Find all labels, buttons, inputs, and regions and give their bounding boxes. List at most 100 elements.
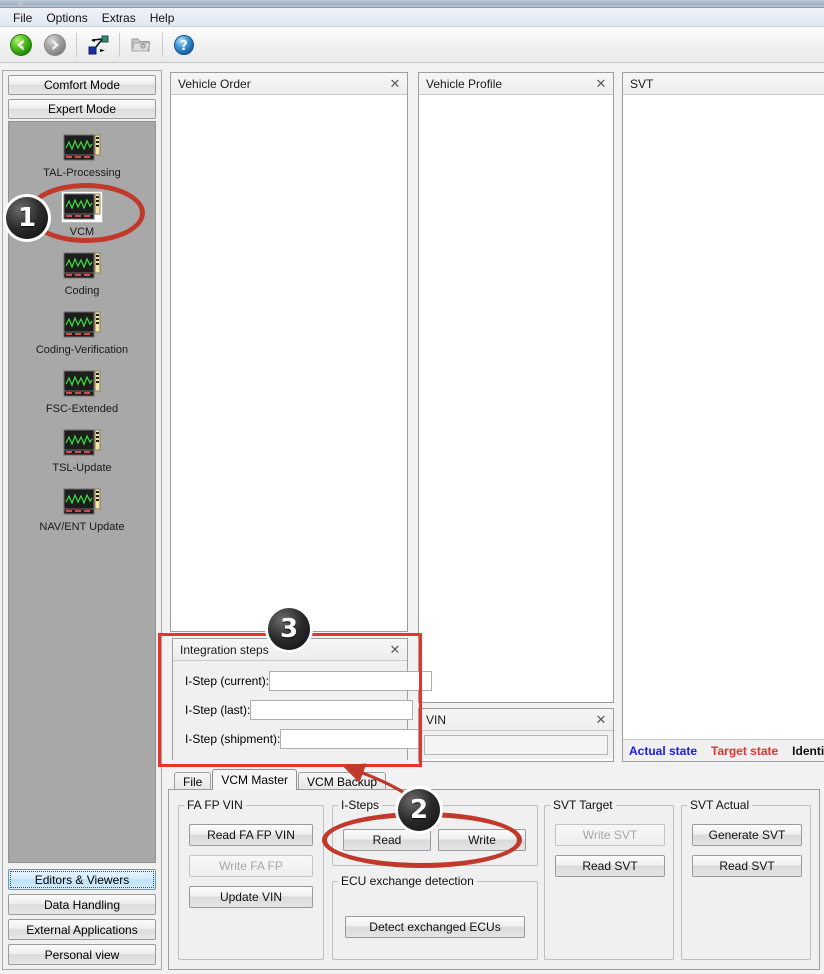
sidebar-item-vcm[interactable]: VCM (9, 191, 155, 238)
istep-shipment-label: I-Step (shipment): (185, 732, 281, 746)
svg-text:?: ? (180, 39, 188, 54)
folder-icon (131, 38, 151, 51)
window-title-dot (18, 1, 23, 6)
close-icon[interactable]: ✕ (387, 642, 403, 658)
detect-exchanged-ecus-button[interactable]: Detect exchanged ECUs (345, 916, 525, 938)
vehicle-order-content[interactable] (171, 95, 407, 631)
svt-target-read-svt-button[interactable]: Read SVT (555, 855, 665, 877)
istep-last-row: I-Step (last): (185, 700, 414, 720)
data-handling-button[interactable]: Data Handling (8, 894, 156, 915)
legend-actual-state: Actual state (629, 743, 698, 758)
write-fa-fp-button: Write FA FP (189, 855, 313, 877)
svt-title: SVT (630, 76, 654, 91)
vcm-master-page: FA FP VIN Read FA FP VIN Write FA FP Upd… (168, 789, 820, 970)
sidebar-item-fsc-extended[interactable]: FSC-Extended (9, 368, 155, 415)
sidebar: Comfort Mode Expert Mode TAL-Processing … (2, 70, 162, 970)
istep-last-input[interactable] (250, 700, 414, 720)
tal-processing-icon (61, 132, 103, 164)
svt-header: SVT (623, 73, 824, 95)
ecu-exchange-detection-group: ECU exchange detection Detect exchanged … (332, 874, 538, 960)
tab-vcm-master[interactable]: VCM Master (212, 769, 298, 790)
sidebar-item-nav-ent-update[interactable]: NAV/ENT Update (9, 486, 155, 533)
help-button[interactable]: ? (167, 29, 201, 61)
coding-icon (61, 250, 103, 282)
menu-item-file[interactable]: File (6, 10, 39, 26)
menu-item-extras[interactable]: Extras (95, 10, 143, 26)
istep-current-input[interactable] (269, 671, 433, 691)
vehicle-profile-title: Vehicle Profile (426, 76, 503, 91)
read-fa-fp-vin-button[interactable]: Read FA FP VIN (189, 824, 313, 846)
expert-mode-button[interactable]: Expert Mode (8, 99, 156, 119)
toolbar: ? (0, 27, 824, 63)
forward-button[interactable] (38, 29, 72, 61)
bottom-tab-area: File VCM Master VCM Backup FA FP VIN Rea… (168, 769, 820, 970)
state-legend: Actual state Target state Identica (623, 739, 824, 761)
sidebar-item-tsl-update[interactable]: TSL-Update (9, 427, 155, 474)
sidebar-item-coding-verification[interactable]: Coding-Verification (9, 309, 155, 356)
menu-bar: File Options Extras Help (0, 9, 824, 27)
istep-read-button[interactable]: Read (343, 829, 431, 851)
integration-steps-header: Integration steps ✕ (173, 639, 407, 661)
vehicle-order-header: Vehicle Order ✕ (171, 73, 407, 95)
vin-title: VIN (426, 712, 447, 727)
tsl-update-icon (61, 427, 103, 459)
svt-target-group: SVT Target Write SVT Read SVT (544, 798, 674, 960)
vin-input[interactable] (424, 735, 608, 755)
generate-svt-button[interactable]: Generate SVT (692, 824, 802, 846)
tab-strip: File VCM Master VCM Backup (168, 769, 387, 790)
fa-fp-vin-group: FA FP VIN Read FA FP VIN Write FA FP Upd… (178, 798, 324, 960)
application-window: File Options Extras Help ? Comfort Mode … (0, 0, 824, 974)
personal-view-button[interactable]: Personal view (8, 944, 156, 965)
coding-verification-icon (61, 309, 103, 341)
tab-file[interactable]: File (174, 772, 212, 790)
connection-button[interactable] (81, 29, 115, 61)
window-title-bar (0, 0, 824, 8)
vehicle-order-title: Vehicle Order (178, 76, 251, 91)
nav-ent-update-icon (61, 486, 103, 518)
external-applications-button[interactable]: External Applications (8, 919, 156, 940)
menu-item-options[interactable]: Options (39, 10, 94, 26)
vehicle-profile-content[interactable] (419, 95, 613, 702)
fa-fp-vin-legend: FA FP VIN (187, 798, 243, 812)
sidebar-item-label: NAV/ENT Update (39, 521, 125, 533)
istep-last-label: I-Step (last): (185, 703, 251, 717)
editors-viewers-button[interactable]: Editors & Viewers (8, 869, 156, 890)
sidebar-bottom-buttons: Editors & Viewers Data Handling External… (8, 865, 156, 965)
svt-content[interactable]: Actual state Target state Identica (623, 95, 824, 761)
back-icon (10, 33, 32, 56)
tab-vcm-backup[interactable]: VCM Backup (298, 772, 387, 790)
svt-panel: SVT Actual state Target state Identica (622, 72, 824, 762)
close-icon[interactable]: ✕ (593, 76, 609, 92)
i-steps-legend: I-Steps (341, 798, 380, 812)
sidebar-item-coding[interactable]: Coding (9, 250, 155, 297)
comfort-mode-button[interactable]: Comfort Mode (8, 75, 156, 95)
close-icon[interactable]: ✕ (387, 76, 403, 92)
svt-actual-group: SVT Actual Generate SVT Read SVT (681, 798, 811, 960)
vin-header: VIN ✕ (419, 709, 613, 731)
vin-content (419, 731, 613, 759)
fsc-extended-icon (61, 368, 103, 400)
istep-shipment-row: I-Step (shipment): (185, 729, 444, 749)
ecu-exchange-legend: ECU exchange detection (341, 874, 474, 888)
integration-steps-title: Integration steps (180, 642, 269, 657)
close-icon[interactable]: ✕ (593, 712, 609, 728)
vcm-icon (61, 191, 103, 223)
update-vin-button[interactable]: Update VIN (189, 886, 313, 908)
legend-identical: Identica (792, 743, 824, 758)
sidebar-icon-list: TAL-Processing VCM Coding Coding-Verific… (8, 121, 156, 863)
open-button[interactable] (124, 29, 158, 61)
sidebar-item-label: TSL-Update (52, 462, 112, 474)
forward-icon (44, 33, 66, 56)
toolbar-separator-2 (119, 32, 120, 57)
sidebar-item-label: TAL-Processing (43, 167, 121, 179)
toolbar-separator-3 (162, 32, 163, 57)
integration-steps-content: I-Step (current): I-Step (last): I-Step … (173, 661, 444, 764)
menu-item-help[interactable]: Help (143, 10, 182, 26)
sidebar-item-tal-processing[interactable]: TAL-Processing (9, 132, 155, 179)
back-button[interactable] (4, 29, 38, 61)
istep-current-row: I-Step (current): (185, 671, 433, 691)
svt-actual-legend: SVT Actual (690, 798, 750, 812)
vin-panel: VIN ✕ (418, 708, 614, 762)
svt-actual-read-svt-button[interactable]: Read SVT (692, 855, 802, 877)
istep-write-button[interactable]: Write (438, 829, 526, 851)
